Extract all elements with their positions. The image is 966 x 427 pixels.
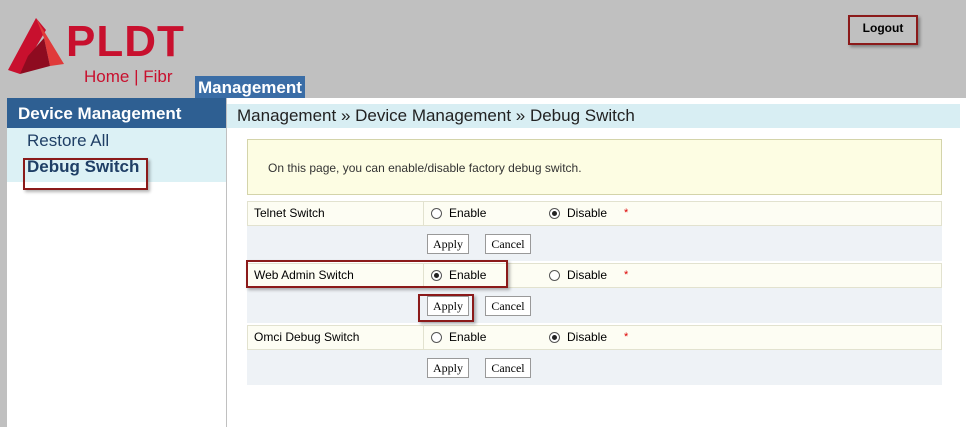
breadcrumb: Management » Device Management » Debug S… bbox=[227, 104, 960, 128]
telnet-cancel-button[interactable]: Cancel bbox=[485, 234, 531, 254]
highlight-box bbox=[23, 158, 148, 190]
radio-selected-icon[interactable] bbox=[549, 208, 560, 219]
switch-row-omci-debug: Omci Debug Switch Enable Disable * bbox=[247, 325, 942, 350]
omci-cancel-button[interactable]: Cancel bbox=[485, 358, 531, 378]
button-row-telnet: Apply Cancel bbox=[247, 226, 942, 261]
omci-enable-option[interactable]: Enable bbox=[431, 326, 486, 349]
header: PLDT Home | Fibr Management Logout bbox=[0, 0, 966, 98]
radio-selected-icon[interactable] bbox=[549, 332, 560, 343]
brand-tagline: Home | Fibr bbox=[84, 67, 173, 86]
sidebar-item-restore-all[interactable]: Restore All bbox=[7, 128, 226, 154]
required-marker: * bbox=[624, 331, 629, 343]
button-row-omci-debug: Apply Cancel bbox=[247, 350, 942, 385]
switch-row-telnet: Telnet Switch Enable Disable * bbox=[247, 201, 942, 226]
web-admin-cancel-button[interactable]: Cancel bbox=[485, 296, 531, 316]
highlight-box bbox=[418, 294, 474, 322]
highlight-box bbox=[246, 260, 508, 288]
required-marker: * bbox=[624, 269, 629, 281]
logout-button[interactable]: Logout bbox=[848, 15, 918, 45]
pldt-logo-icon bbox=[8, 18, 64, 74]
tab-management[interactable]: Management bbox=[195, 76, 305, 98]
switch-label: Telnet Switch bbox=[254, 206, 325, 220]
radio-icon[interactable] bbox=[431, 332, 442, 343]
omci-apply-button[interactable]: Apply bbox=[427, 358, 469, 378]
telnet-enable-option[interactable]: Enable bbox=[431, 202, 486, 225]
switch-label: Omci Debug Switch bbox=[254, 330, 360, 344]
telnet-apply-button[interactable]: Apply bbox=[427, 234, 469, 254]
omci-disable-option[interactable]: Disable bbox=[549, 326, 607, 349]
telnet-disable-option[interactable]: Disable bbox=[549, 202, 607, 225]
radio-icon[interactable] bbox=[431, 208, 442, 219]
radio-icon[interactable] bbox=[549, 270, 560, 281]
info-message: On this page, you can enable/disable fac… bbox=[247, 139, 942, 195]
brand-name: PLDT bbox=[66, 17, 185, 66]
sidebar: Device Management Restore All Debug Swit… bbox=[7, 98, 226, 427]
sidebar-title: Device Management bbox=[7, 98, 226, 128]
required-marker: * bbox=[624, 207, 629, 219]
button-row-web-admin: Apply Cancel bbox=[247, 288, 942, 323]
web-admin-disable-option[interactable]: Disable bbox=[549, 264, 607, 287]
